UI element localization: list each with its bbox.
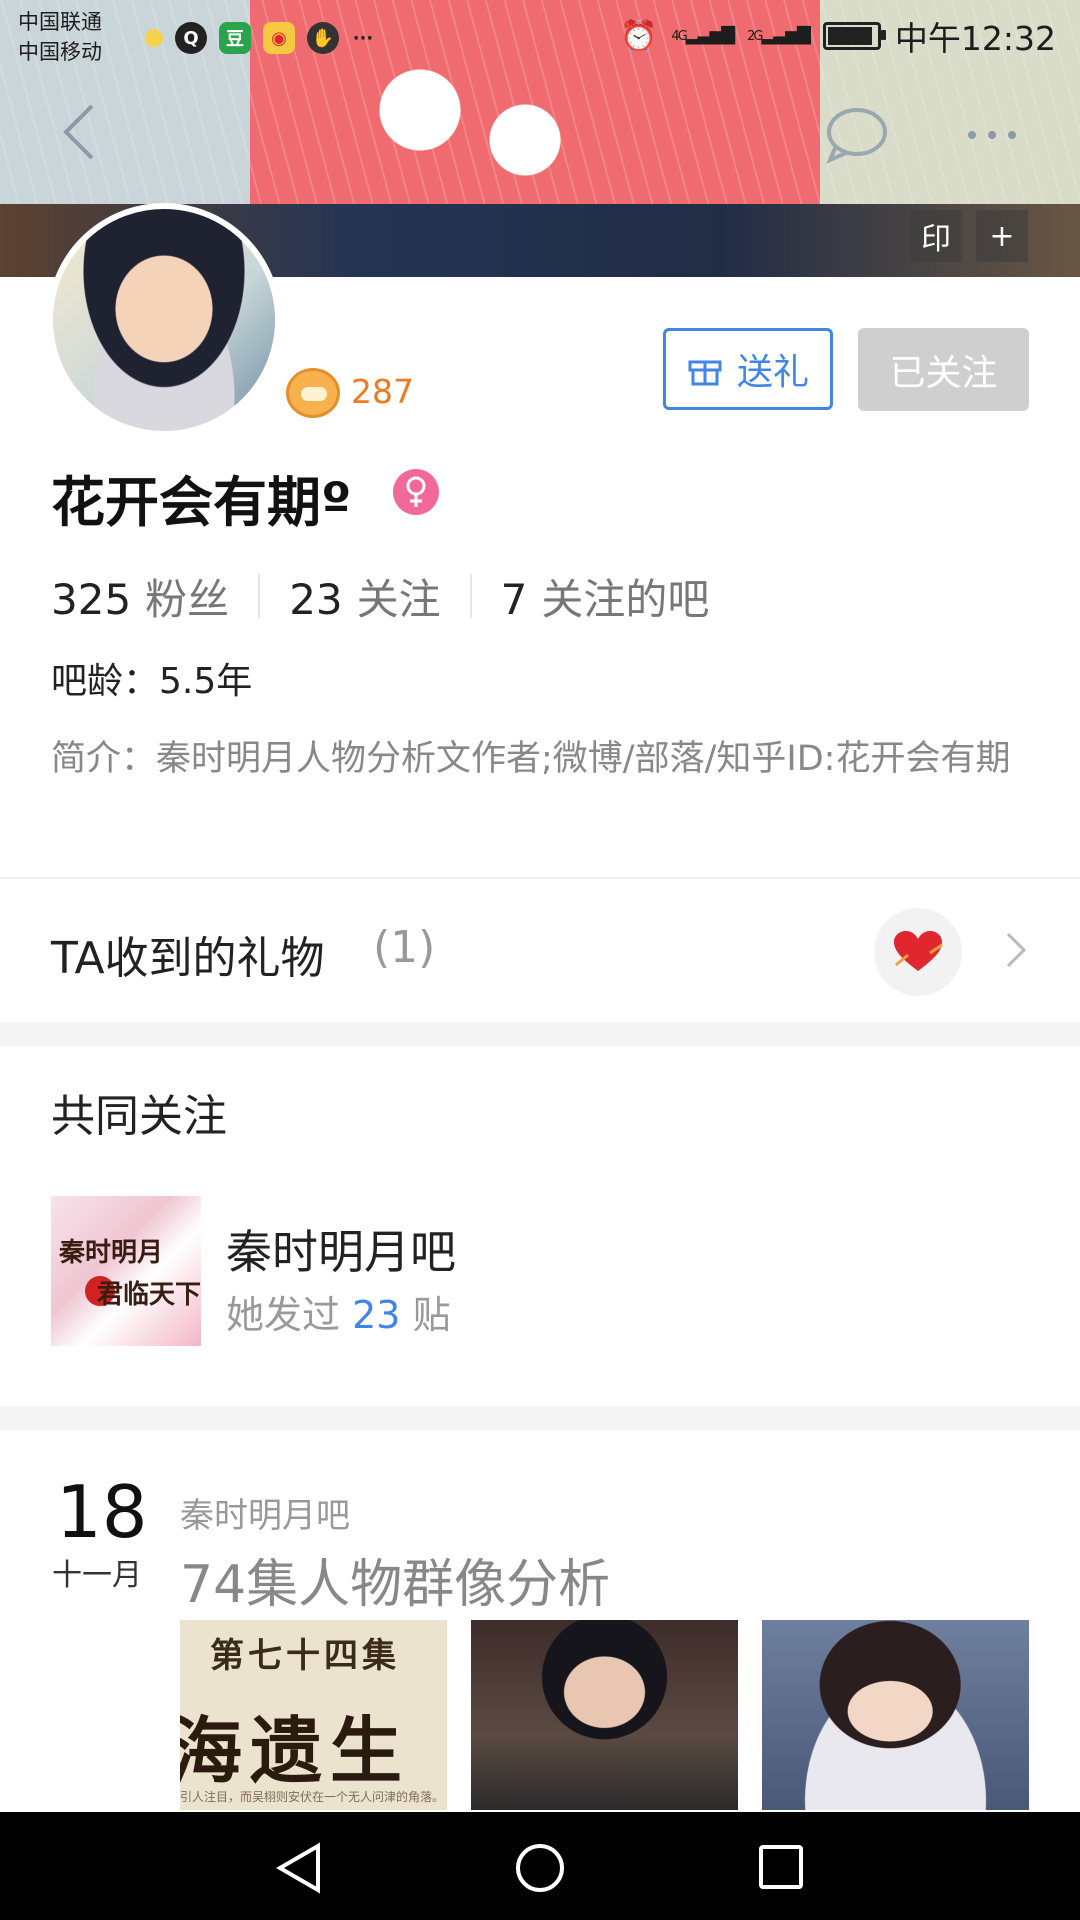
profile-stats: 325 粉丝 23 关注 7 关注的吧 [51,568,709,624]
level-badge-icon [286,368,340,418]
status-right: ⏰ 4G▂▃▅▇ 2G▂▃▅▇ 中午12:32 [620,16,1056,59]
divider [258,574,261,618]
thumb-title-1: 秦时明月 [59,1238,164,1268]
weibo-icon: ◉ [263,22,295,54]
gift-icon [688,360,722,386]
received-gifts-row[interactable]: TA收到的礼物 (1) [0,880,1080,1022]
posts-prefix: 她发过 [226,1293,341,1337]
nav-home-icon[interactable] [514,1842,566,1894]
system-nav-bar [0,1812,1080,1920]
followed-bars-label: 关注的吧 [541,574,710,624]
bar-age-label: 吧龄： [51,661,160,702]
username: 花开会有期º [51,471,352,534]
post-image-3[interactable] [762,1620,1029,1810]
post-bar-name[interactable]: 秦时明月吧 [180,1488,350,1537]
alarm-icon: ⏰ [620,18,658,54]
send-gift-button[interactable]: 送礼 [663,328,833,410]
nav-back-icon[interactable] [276,1842,322,1894]
divider [0,877,1080,879]
post-day: 18 [56,1470,148,1554]
posts-count: 23 [352,1293,401,1337]
female-icon [393,469,439,515]
stamp-button[interactable]: 印 [910,210,962,262]
nav-recent-apps-icon[interactable] [758,1844,804,1890]
add-button[interactable]: + [976,210,1028,262]
bar-age-value: 5.5年 [159,661,253,702]
bar-thumbnail[interactable]: 秦时明月 君临天下 [51,1196,201,1346]
following-stat[interactable]: 23 关注 [289,566,440,627]
back-arrow-icon[interactable] [60,102,100,162]
posts-suffix: 贴 [412,1293,451,1337]
bar-name[interactable]: 秦时明月吧 [226,1216,456,1282]
followed-bars-count: 7 [500,574,528,624]
avatar[interactable] [47,203,281,437]
post-title[interactable]: 74集人物群像分析 [180,1542,610,1617]
send-gift-label: 送礼 [736,352,809,393]
fans-stat[interactable]: 325 粉丝 [51,566,229,627]
followed-bars-stat[interactable]: 7 关注的吧 [501,566,710,627]
more-dots-icon: ··· [352,27,374,49]
gift-heart-icon [874,908,962,996]
thumb-title-2: 君临天下 [97,1280,201,1310]
chevron-right-icon [1006,932,1027,968]
douban-icon: 豆 [219,22,251,54]
post-image-2[interactable] [471,1620,738,1810]
signal-4g-icon: 4G▂▃▅▇ [671,24,735,45]
carrier-1: 中国联通 [18,10,102,34]
following-label: 关注 [356,574,441,624]
fans-label: 粉丝 [145,574,230,624]
followed-button[interactable]: 已关注 [858,328,1029,411]
clock: 中午12:32 [894,19,1056,58]
hand-icon: ✋ [307,22,339,54]
divider [469,574,472,618]
post-image-1-line-2: 海遗生 [180,1708,411,1793]
received-gifts-count: (1) [373,922,436,973]
level-value: 287 [351,372,414,411]
carrier-2: 中国移动 [18,40,102,64]
bar-age: 吧龄：5.5年 [51,652,252,704]
common-follow-title: 共同关注 [51,1091,227,1142]
post-image-1-line-1: 第七十四集 [210,1636,400,1676]
signal-2g-icon: 2G▂▃▅▇ [747,24,811,45]
section-separator [0,1022,1080,1046]
profile-intro: 简介：秦时明月人物分析文作者;微博/部落/知乎ID:花开会有期 [51,739,1011,779]
battery-icon [822,22,886,50]
following-count: 23 [289,574,343,624]
notification-dot-icon [145,29,163,47]
status-bar: 中国联通 中国移动 Q 豆 ◉ ✋ ··· ⏰ 4G▂▃▅▇ 2G▂▃▅▇ 中午… [0,0,1080,80]
fans-count: 325 [51,574,132,624]
received-gifts-title: TA收到的礼物 [51,933,325,984]
qq-browser-icon: Q [175,22,207,54]
section-separator [0,1406,1080,1430]
post-image-1-line-3: 引人注目，而吴栩则安伏在一个无人问津的角落。 [180,1790,445,1804]
post-month: 十一月 [52,1558,142,1593]
more-options-icon[interactable] [962,120,1022,150]
message-icon[interactable] [822,104,888,164]
status-app-icons: Q 豆 ◉ ✋ ··· [145,18,375,58]
bar-post-count: 她发过 23 贴 [226,1284,451,1339]
post-image-1[interactable]: 第七十四集 海遗生 引人注目，而吴栩则安伏在一个无人问津的角落。 [180,1620,447,1810]
